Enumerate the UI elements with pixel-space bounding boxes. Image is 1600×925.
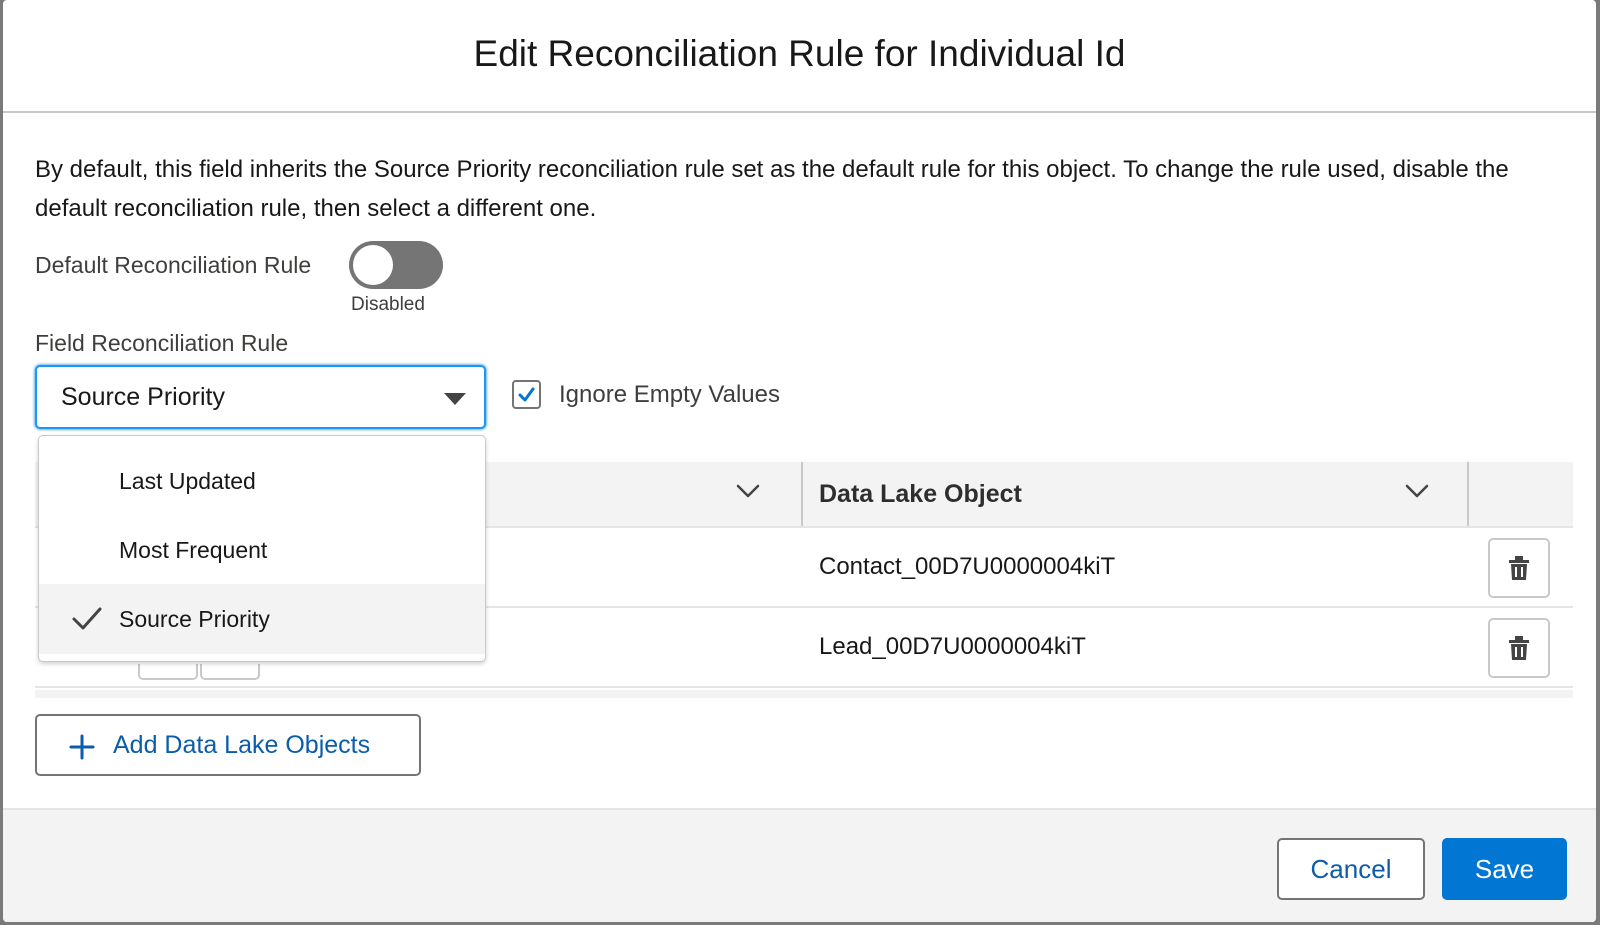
option-most-frequent[interactable]: Most Frequent: [39, 515, 485, 585]
option-label: Most Frequent: [119, 537, 268, 563]
checkmark-icon: [72, 607, 102, 630]
field-rule-dropdown: Last Updated Most Frequent Source Priori…: [38, 435, 486, 662]
modal-header: Edit Reconciliation Rule for Individual …: [3, 0, 1596, 113]
row-control-button[interactable]: [200, 664, 260, 680]
toggle-knob: [353, 245, 393, 285]
add-button-label: Add Data Lake Objects: [113, 731, 371, 759]
default-rule-toggle[interactable]: [349, 241, 443, 289]
option-label: Source Priority: [119, 606, 270, 632]
modal-description: By default, this field inherits the Sour…: [35, 156, 1509, 222]
toggle-state-text: Disabled: [351, 294, 425, 315]
column-divider[interactable]: [1467, 462, 1469, 526]
field-rule-selected-value: Source Priority: [61, 383, 225, 411]
option-source-priority[interactable]: Source Priority: [39, 584, 485, 654]
column-header-data-lake-object[interactable]: Data Lake Object: [819, 480, 1022, 509]
modal-dialog: Edit Reconciliation Rule for Individual …: [3, 0, 1596, 922]
save-button[interactable]: Save: [1442, 838, 1567, 900]
row-control-button[interactable]: [138, 664, 198, 680]
column-divider[interactable]: [801, 462, 803, 526]
plus-icon: [69, 734, 95, 760]
option-label: Last Updated: [119, 468, 256, 494]
trash-icon: [1509, 636, 1529, 660]
modal-title: Edit Reconciliation Rule for Individual …: [473, 32, 1126, 74]
data-lake-object-cell: Lead_00D7U0000004kiT: [819, 633, 1086, 660]
caret-down-icon: [444, 393, 466, 405]
delete-row-button[interactable]: [1488, 618, 1550, 678]
add-data-lake-objects-button[interactable]: Add Data Lake Objects: [35, 714, 421, 776]
modal-footer: Cancel Save: [3, 808, 1596, 922]
chevron-down-icon[interactable]: [736, 484, 760, 498]
checkbox-check-icon: [518, 387, 535, 402]
field-rule-label: Field Reconciliation Rule: [35, 330, 289, 356]
field-rule-select[interactable]: Source Priority: [35, 365, 486, 429]
trash-icon: [1509, 556, 1529, 580]
cancel-button[interactable]: Cancel: [1277, 838, 1425, 900]
chevron-down-icon[interactable]: [1405, 484, 1429, 498]
data-lake-object-cell: Contact_00D7U0000004kiT: [819, 553, 1116, 580]
ignore-empty-checkbox[interactable]: [512, 380, 541, 409]
table-footer-bar: [35, 690, 1573, 698]
ignore-empty-label: Ignore Empty Values: [559, 381, 781, 408]
delete-row-button[interactable]: [1488, 538, 1550, 598]
option-last-updated[interactable]: Last Updated: [39, 446, 485, 516]
default-rule-label: Default Reconciliation Rule: [35, 252, 312, 278]
